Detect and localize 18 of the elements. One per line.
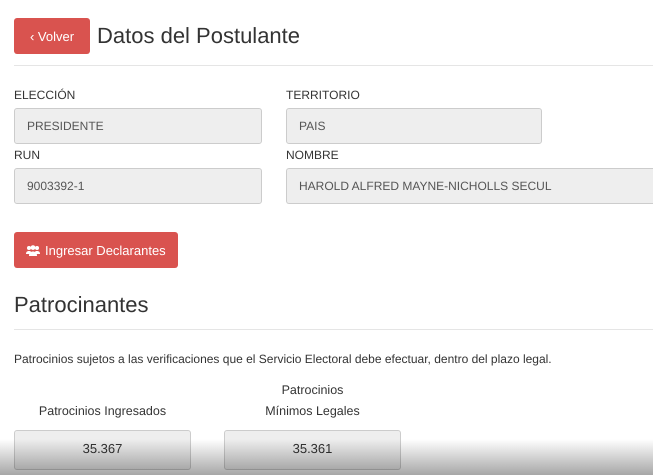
input-field[interactable]: 9003392-1 <box>14 168 262 204</box>
stat-label: Patrocinios Ingresados <box>38 403 166 420</box>
page-title: Datos del Postulante <box>97 23 300 49</box>
input-field[interactable]: PRESIDENTE <box>14 108 262 144</box>
stat-label: Patrocinios Mínimos Legales <box>265 382 360 420</box>
input-field[interactable]: HAROLD ALFRED MAYNE-NICHOLLS SECUL <box>286 168 653 204</box>
field-label: TERRITORIO <box>286 88 361 102</box>
input-field[interactable]: PAIS <box>286 108 542 144</box>
stat-value: 35.367 <box>14 430 191 470</box>
back-button[interactable]: ‹ Volver <box>14 18 90 54</box>
stat-value: 35.361 <box>224 430 401 470</box>
note-text: Patrocinios sujetos a las verificaciones que el Servicio Electoral debe efectuar, dentro del plazo legal. <box>14 352 553 366</box>
field-label: ELECCIÓN <box>14 88 76 102</box>
section-title: Patrocinantes <box>14 292 150 318</box>
add-declarants-button[interactable]: Ingresar Declarantes <box>14 232 178 268</box>
field-label: NOMBRE <box>286 148 340 162</box>
field-label: RUN <box>14 148 41 162</box>
users-icon <box>26 244 40 256</box>
